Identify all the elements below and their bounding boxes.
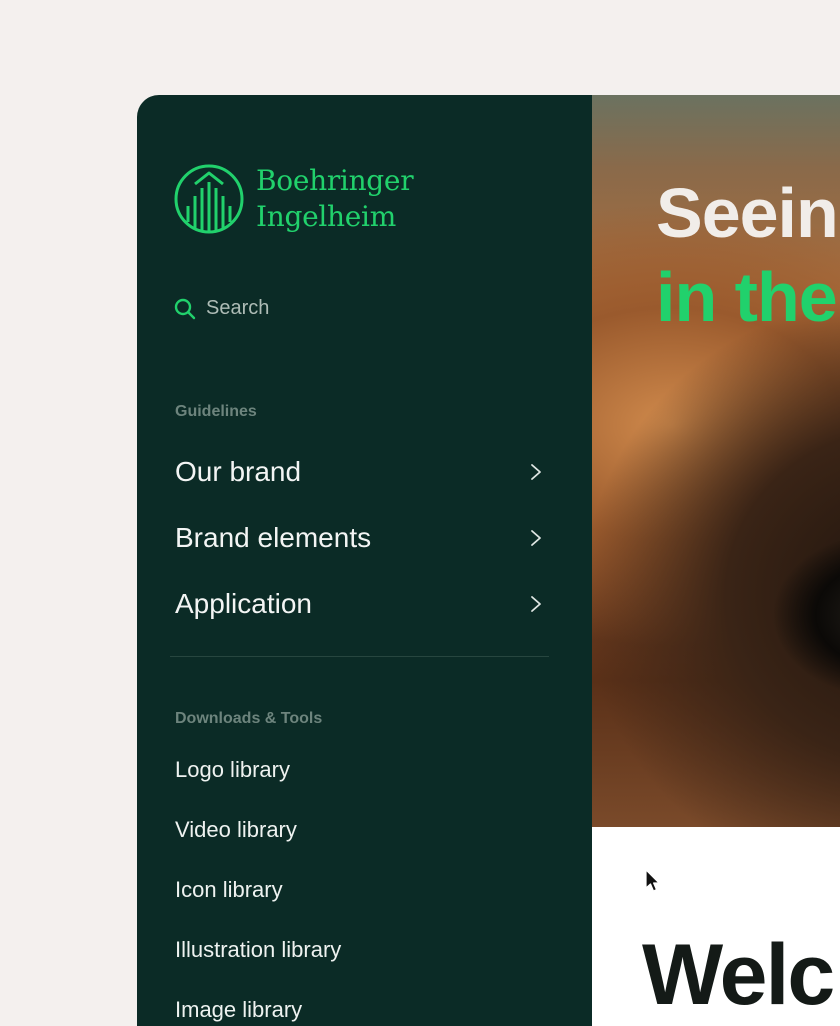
tool-link-illustration-library[interactable]: Illustration library bbox=[175, 937, 341, 963]
brand-logo[interactable]: Boehringer Ingelheim bbox=[174, 163, 414, 235]
brand-wordmark: Boehringer Ingelheim bbox=[256, 163, 414, 235]
nav-item-label: Application bbox=[175, 588, 312, 619]
brand-name-line2: Ingelheim bbox=[256, 200, 396, 233]
tool-link-icon-library[interactable]: Icon library bbox=[175, 877, 283, 903]
chevron-right-icon bbox=[531, 596, 541, 612]
sidebar: Boehringer Ingelheim Search Guidelines O… bbox=[137, 95, 592, 1026]
chevron-right-icon bbox=[531, 464, 541, 480]
search-button[interactable]: Search bbox=[174, 297, 269, 320]
main-content: Welc bbox=[592, 827, 840, 1026]
brand-name-line1: Boehringer bbox=[256, 164, 414, 197]
search-label: Search bbox=[206, 297, 270, 319]
brand-emblem-icon bbox=[174, 164, 244, 234]
nav-item-brand-elements[interactable]: Brand elements bbox=[175, 513, 545, 563]
tool-link-logo-library[interactable]: Logo library bbox=[175, 757, 290, 783]
downloads-heading: Downloads & Tools bbox=[175, 710, 323, 727]
nav-item-label: Brand elements bbox=[175, 522, 372, 553]
nav-item-label: Our brand bbox=[175, 456, 302, 487]
tool-link-video-library[interactable]: Video library bbox=[175, 817, 297, 843]
mouse-pointer-icon bbox=[645, 869, 660, 892]
guidelines-heading: Guidelines bbox=[175, 403, 257, 420]
nav-item-application[interactable]: Application bbox=[175, 579, 545, 629]
nav-item-our-brand[interactable]: Our brand bbox=[175, 447, 545, 497]
hero-banner: Seein in the bbox=[592, 95, 840, 827]
tool-link-image-library[interactable]: Image library bbox=[175, 997, 302, 1023]
welcome-heading: Welc bbox=[642, 927, 835, 1023]
hero-headline-line2: in the bbox=[656, 258, 838, 336]
hero-headline-line1: Seein bbox=[656, 174, 839, 252]
search-icon bbox=[174, 298, 196, 319]
sidebar-divider bbox=[170, 656, 549, 657]
chevron-right-icon bbox=[531, 530, 541, 546]
app-frame: Boehringer Ingelheim Search Guidelines O… bbox=[137, 95, 840, 1026]
